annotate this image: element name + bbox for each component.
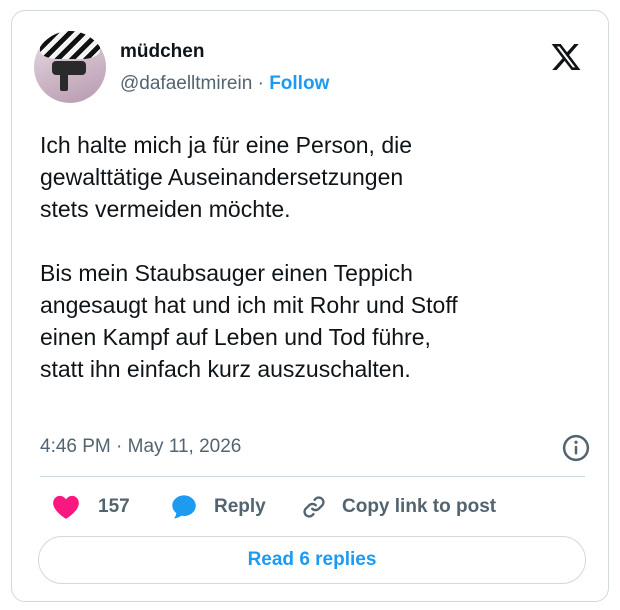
info-icon[interactable] <box>561 433 591 463</box>
follow-link[interactable]: Follow <box>269 73 329 94</box>
reply-label: Reply <box>214 496 266 517</box>
tweet-paragraph: Bis mein Staubsauger einen Teppich anges… <box>40 257 580 385</box>
copy-link-label: Copy link to post <box>342 496 497 517</box>
divider <box>40 476 585 477</box>
tweet-line: Ich halte mich ja für eine Person, die <box>40 132 413 158</box>
copy-link-button[interactable]: Copy link to post <box>300 481 496 533</box>
author-display-name[interactable]: müdchen <box>120 41 329 65</box>
tweet-line: einen Kampf auf Leben und Tod führe, <box>40 324 431 350</box>
link-icon <box>303 496 325 518</box>
reply-button[interactable]: Reply <box>170 481 266 533</box>
tweet-line: statt ihn einfach kurz auszuschalten. <box>40 356 411 382</box>
avatar-figure-stand <box>60 73 68 91</box>
tweet-timestamp[interactable]: 4:46 PM · May 11, 2026 <box>40 436 241 458</box>
handle-separator: · <box>257 73 264 94</box>
tweet-actions: 157 Reply Copy link to post <box>40 481 585 533</box>
tweet-line: stets vermeiden möchte. <box>40 196 291 222</box>
author-handle-row: @dafaelltmirein · Follow <box>120 73 329 95</box>
tweet-header: müdchen @dafaelltmirein · Follow <box>34 31 588 103</box>
avatar-figure <box>52 61 86 75</box>
tweet-line: Bis mein Staubsauger einen Teppich <box>40 260 413 286</box>
author-handle[interactable]: @dafaelltmirein <box>120 73 252 94</box>
tweet-paragraph: Ich halte mich ja für eine Person, die g… <box>40 129 580 225</box>
tweet-line: angesaugt hat und ich mit Rohr und Stoff <box>40 292 458 318</box>
like-button[interactable]: 157 <box>52 481 130 533</box>
tweet-line: gewalttätige Auseinandersetzungen <box>40 164 404 190</box>
avatar[interactable] <box>34 31 106 103</box>
heart-icon <box>53 495 79 519</box>
x-logo-icon[interactable] <box>550 41 582 73</box>
read-replies-button[interactable]: Read 6 replies <box>38 536 586 584</box>
avatar-hat <box>40 31 100 59</box>
tweet-text: Ich halte mich ja für eine Person, die g… <box>40 129 580 385</box>
like-count: 157 <box>98 496 130 517</box>
tweet-card: müdchen @dafaelltmirein · Follow Ich hal… <box>11 10 609 602</box>
speech-bubble-icon <box>172 495 196 519</box>
author-names: müdchen @dafaelltmirein · Follow <box>120 41 329 95</box>
